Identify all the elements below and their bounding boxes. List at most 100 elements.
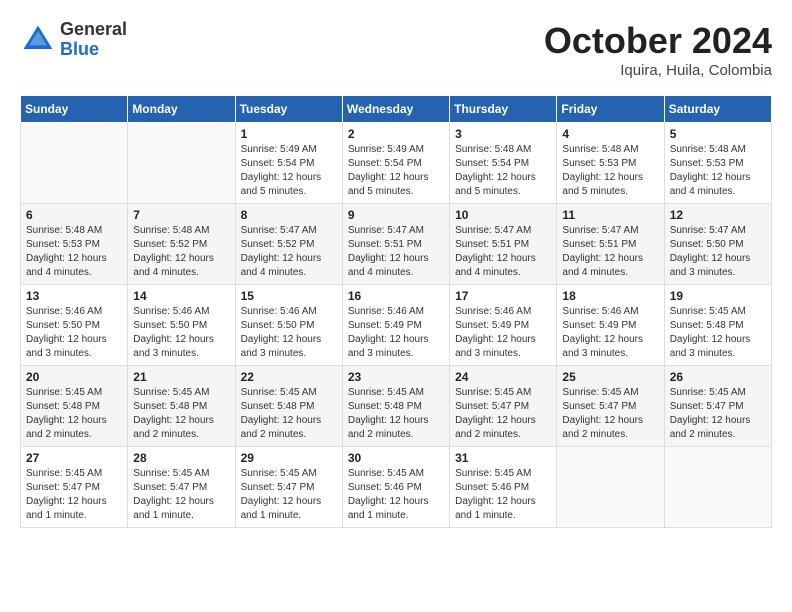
day-number: 14 xyxy=(133,289,229,303)
day-info: Sunrise: 5:45 AM Sunset: 5:47 PM Dayligh… xyxy=(455,386,551,442)
logo-blue: Blue xyxy=(60,40,127,60)
day-number: 15 xyxy=(241,289,337,303)
day-info: Sunrise: 5:47 AM Sunset: 5:51 PM Dayligh… xyxy=(348,224,444,280)
day-number: 23 xyxy=(348,370,444,384)
day-number: 22 xyxy=(241,370,337,384)
calendar-cell: 3Sunrise: 5:48 AM Sunset: 5:54 PM Daylig… xyxy=(450,123,557,204)
calendar-cell: 4Sunrise: 5:48 AM Sunset: 5:53 PM Daylig… xyxy=(557,123,664,204)
day-info: Sunrise: 5:46 AM Sunset: 5:49 PM Dayligh… xyxy=(348,305,444,361)
weekday-header-wednesday: Wednesday xyxy=(342,96,449,123)
week-row-2: 6 Sunrise: 5:48 AM Sunset: 5:53 PM Daylig… xyxy=(21,204,772,285)
day-number: 12 xyxy=(670,208,766,222)
day-number: 5 xyxy=(670,127,766,141)
calendar-cell: 13 Sunrise: 5:46 AM Sunset: 5:50 PM Dayli… xyxy=(21,285,128,366)
calendar-cell: 19Sunrise: 5:45 AM Sunset: 5:48 PM Dayli… xyxy=(664,285,771,366)
weekday-header-sunday: Sunday xyxy=(21,96,128,123)
day-info: Sunrise: 5:45 AM Sunset: 5:48 PM Dayligh… xyxy=(241,386,337,442)
day-number: 24 xyxy=(455,370,551,384)
calendar-cell: 16 Sunrise: 5:46 AM Sunset: 5:49 PM Dayli… xyxy=(342,285,449,366)
weekday-header-tuesday: Tuesday xyxy=(235,96,342,123)
day-number: 10 xyxy=(455,208,551,222)
calendar-cell: 29 Sunrise: 5:45 AM Sunset: 5:47 PM Dayli… xyxy=(235,447,342,528)
calendar-cell: 8Sunrise: 5:47 AM Sunset: 5:52 PM Daylig… xyxy=(235,204,342,285)
day-info: Sunrise: 5:48 AM Sunset: 5:53 PM Dayligh… xyxy=(26,224,122,280)
calendar-cell: 26 Sunrise: 5:45 AM Sunset: 5:47 PM Dayli… xyxy=(664,366,771,447)
day-info: Sunrise: 5:47 AM Sunset: 5:50 PM Dayligh… xyxy=(670,224,766,280)
calendar-cell: 17Sunrise: 5:46 AM Sunset: 5:49 PM Dayli… xyxy=(450,285,557,366)
location: Iquira, Huila, Colombia xyxy=(544,62,772,79)
calendar-cell: 14 Sunrise: 5:46 AM Sunset: 5:50 PM Dayli… xyxy=(128,285,235,366)
day-info: Sunrise: 5:49 AM Sunset: 5:54 PM Dayligh… xyxy=(348,143,444,199)
calendar-cell: 5 Sunrise: 5:48 AM Sunset: 5:53 PM Daylig… xyxy=(664,123,771,204)
calendar-cell: 9 Sunrise: 5:47 AM Sunset: 5:51 PM Daylig… xyxy=(342,204,449,285)
day-info: Sunrise: 5:46 AM Sunset: 5:50 PM Dayligh… xyxy=(241,305,337,361)
day-info: Sunrise: 5:45 AM Sunset: 5:47 PM Dayligh… xyxy=(670,386,766,442)
day-info: Sunrise: 5:48 AM Sunset: 5:53 PM Dayligh… xyxy=(670,143,766,199)
day-number: 7 xyxy=(133,208,229,222)
day-info: Sunrise: 5:45 AM Sunset: 5:47 PM Dayligh… xyxy=(241,467,337,523)
calendar-cell: 1 Sunrise: 5:49 AM Sunset: 5:54 PM Daylig… xyxy=(235,123,342,204)
day-number: 2 xyxy=(348,127,444,141)
calendar-cell xyxy=(128,123,235,204)
day-number: 9 xyxy=(348,208,444,222)
calendar-cell: 22 Sunrise: 5:45 AM Sunset: 5:48 PM Dayli… xyxy=(235,366,342,447)
weekday-header-saturday: Saturday xyxy=(664,96,771,123)
logo: General Blue xyxy=(20,20,127,60)
day-info: Sunrise: 5:47 AM Sunset: 5:51 PM Dayligh… xyxy=(562,224,658,280)
calendar-cell: 18Sunrise: 5:46 AM Sunset: 5:49 PM Dayli… xyxy=(557,285,664,366)
day-number: 16 xyxy=(348,289,444,303)
calendar-cell: 21Sunrise: 5:45 AM Sunset: 5:48 PM Dayli… xyxy=(128,366,235,447)
week-row-4: 20 Sunrise: 5:45 AM Sunset: 5:48 PM Dayli… xyxy=(21,366,772,447)
calendar-cell: 20 Sunrise: 5:45 AM Sunset: 5:48 PM Dayli… xyxy=(21,366,128,447)
day-info: Sunrise: 5:47 AM Sunset: 5:51 PM Dayligh… xyxy=(455,224,551,280)
calendar-cell xyxy=(21,123,128,204)
weekday-header-monday: Monday xyxy=(128,96,235,123)
logo-icon xyxy=(20,22,56,58)
day-number: 21 xyxy=(133,370,229,384)
day-info: Sunrise: 5:45 AM Sunset: 5:47 PM Dayligh… xyxy=(562,386,658,442)
day-number: 29 xyxy=(241,451,337,465)
week-row-5: 27 Sunrise: 5:45 AM Sunset: 5:47 PM Dayli… xyxy=(21,447,772,528)
day-info: Sunrise: 5:49 AM Sunset: 5:54 PM Dayligh… xyxy=(241,143,337,199)
day-number: 18 xyxy=(562,289,658,303)
day-number: 25 xyxy=(562,370,658,384)
day-number: 13 xyxy=(26,289,122,303)
calendar-cell: 10 Sunrise: 5:47 AM Sunset: 5:51 PM Dayli… xyxy=(450,204,557,285)
day-number: 20 xyxy=(26,370,122,384)
day-info: Sunrise: 5:48 AM Sunset: 5:52 PM Dayligh… xyxy=(133,224,229,280)
calendar-cell: 27 Sunrise: 5:45 AM Sunset: 5:47 PM Dayli… xyxy=(21,447,128,528)
calendar-header: SundayMondayTuesdayWednesdayThursdayFrid… xyxy=(21,96,772,123)
day-number: 11 xyxy=(562,208,658,222)
day-info: Sunrise: 5:45 AM Sunset: 5:48 PM Dayligh… xyxy=(348,386,444,442)
calendar-cell: 6 Sunrise: 5:48 AM Sunset: 5:53 PM Daylig… xyxy=(21,204,128,285)
day-number: 19 xyxy=(670,289,766,303)
day-info: Sunrise: 5:46 AM Sunset: 5:49 PM Dayligh… xyxy=(455,305,551,361)
calendar-cell: 31Sunrise: 5:45 AM Sunset: 5:46 PM Dayli… xyxy=(450,447,557,528)
day-number: 30 xyxy=(348,451,444,465)
day-info: Sunrise: 5:46 AM Sunset: 5:50 PM Dayligh… xyxy=(26,305,122,361)
title-block: October 2024 Iquira, Huila, Colombia xyxy=(544,20,772,79)
day-info: Sunrise: 5:45 AM Sunset: 5:46 PM Dayligh… xyxy=(455,467,551,523)
day-info: Sunrise: 5:45 AM Sunset: 5:47 PM Dayligh… xyxy=(26,467,122,523)
week-row-3: 13 Sunrise: 5:46 AM Sunset: 5:50 PM Dayli… xyxy=(21,285,772,366)
day-number: 6 xyxy=(26,208,122,222)
day-info: Sunrise: 5:45 AM Sunset: 5:47 PM Dayligh… xyxy=(133,467,229,523)
weekday-header-row: SundayMondayTuesdayWednesdayThursdayFrid… xyxy=(21,96,772,123)
day-info: Sunrise: 5:46 AM Sunset: 5:50 PM Dayligh… xyxy=(133,305,229,361)
day-number: 26 xyxy=(670,370,766,384)
day-info: Sunrise: 5:45 AM Sunset: 5:48 PM Dayligh… xyxy=(26,386,122,442)
day-number: 1 xyxy=(241,127,337,141)
day-number: 4 xyxy=(562,127,658,141)
day-number: 3 xyxy=(455,127,551,141)
calendar-table: SundayMondayTuesdayWednesdayThursdayFrid… xyxy=(20,95,772,528)
logo-text: General Blue xyxy=(60,20,127,60)
calendar-cell: 30Sunrise: 5:45 AM Sunset: 5:46 PM Dayli… xyxy=(342,447,449,528)
page-header: General Blue October 2024 Iquira, Huila,… xyxy=(20,20,772,79)
week-row-1: 1 Sunrise: 5:49 AM Sunset: 5:54 PM Daylig… xyxy=(21,123,772,204)
day-number: 28 xyxy=(133,451,229,465)
calendar-cell: 24 Sunrise: 5:45 AM Sunset: 5:47 PM Dayli… xyxy=(450,366,557,447)
calendar-cell xyxy=(664,447,771,528)
day-number: 27 xyxy=(26,451,122,465)
calendar-cell: 7 Sunrise: 5:48 AM Sunset: 5:52 PM Daylig… xyxy=(128,204,235,285)
day-info: Sunrise: 5:47 AM Sunset: 5:52 PM Dayligh… xyxy=(241,224,337,280)
